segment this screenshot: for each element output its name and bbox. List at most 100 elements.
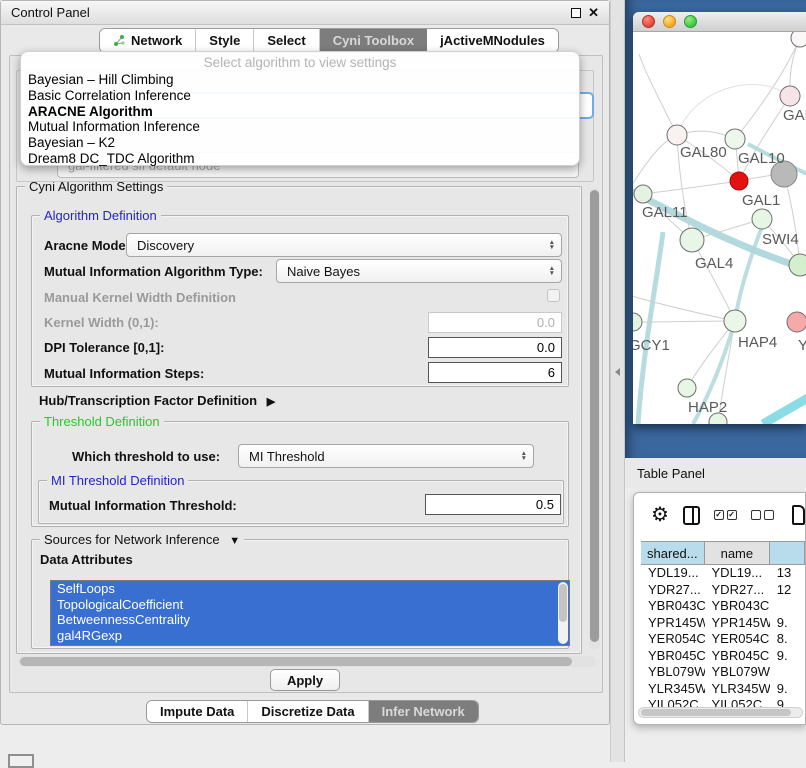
algorithm-definition-title: Algorithm Definition xyxy=(40,208,161,223)
data-attributes-label: Data Attributes xyxy=(40,552,133,567)
mi-threshold-field[interactable]: 0.5 xyxy=(425,494,561,515)
bottom-tab-bar: Impute Data Discretize Data Infer Networ… xyxy=(146,700,479,723)
node-label: GAL xyxy=(783,107,806,124)
table-row[interactable]: YBR043CYBR043C xyxy=(641,598,805,615)
dropdown-prompt: Select algorithm to view settings xyxy=(21,55,579,72)
panel-divider[interactable] xyxy=(610,0,625,762)
minimized-panel-icon[interactable] xyxy=(8,754,34,768)
node-label: GAL10 xyxy=(738,150,785,167)
which-threshold-combo[interactable]: MI Threshold ▲▼ xyxy=(238,444,534,468)
close-icon[interactable]: ✕ xyxy=(588,8,599,18)
node[interactable] xyxy=(789,254,806,276)
list-item[interactable]: gal4RGexp xyxy=(51,628,569,644)
aracne-mode-combo[interactable]: Discovery ▲▼ xyxy=(126,233,562,257)
network-graph[interactable]: GAL GAL80 GAL10 GAL1 GAL11 SWI4 GAL4 GCY… xyxy=(633,32,806,424)
minimize-traffic-light-icon[interactable] xyxy=(663,15,676,28)
list-item[interactable]: TopologicalCoefficient xyxy=(51,597,569,613)
mi-type-combo[interactable]: Naive Bayes ▲▼ xyxy=(276,259,562,283)
data-attributes-list[interactable]: SelfLoops TopologicalCoefficient Between… xyxy=(50,580,570,646)
column-header[interactable]: shared... xyxy=(641,542,705,564)
mi-threshold-group: MI Threshold Definition Mutual Informati… xyxy=(38,480,564,524)
column-header[interactable]: name xyxy=(705,542,770,564)
algorithm-definition-group: Algorithm Definition Aracne Mode: Discov… xyxy=(31,215,569,387)
table-row[interactable]: YDL19...YDL19...13 xyxy=(641,565,805,582)
scrollbar-thumb[interactable] xyxy=(559,584,567,622)
scrollbar-thumb[interactable] xyxy=(20,657,572,666)
tab-infer-network[interactable]: Infer Network xyxy=(369,701,478,722)
scrollbar-thumb[interactable] xyxy=(590,190,599,642)
split-column-icon[interactable] xyxy=(683,506,700,525)
zoom-traffic-light-icon[interactable] xyxy=(684,15,697,28)
node[interactable] xyxy=(667,125,687,145)
mi-type-label: Mutual Information Algorithm Type: xyxy=(44,264,263,279)
table-row[interactable]: YDR27...YDR27...12 xyxy=(641,582,805,599)
table-row[interactable]: YLR345WYLR345W9. xyxy=(641,681,805,698)
dropdown-item[interactable]: Dream8 DC_TDC Algorithm xyxy=(21,151,579,167)
node[interactable] xyxy=(791,32,806,47)
network-window-titlebar[interactable] xyxy=(633,12,806,32)
table-horizontal-scrollbar[interactable] xyxy=(638,707,803,718)
hub-factor-expander[interactable]: Hub/Transcription Factor Definition ▶ xyxy=(39,393,275,408)
node[interactable] xyxy=(725,129,745,149)
gear-icon[interactable]: ⚙ xyxy=(651,505,669,525)
float-panel-icon[interactable] xyxy=(571,8,581,18)
collapse-left-icon[interactable] xyxy=(615,368,620,376)
node[interactable] xyxy=(752,209,772,229)
table-row[interactable]: YBL079WYBL079W xyxy=(641,664,805,681)
sources-expander[interactable]: Sources for Network Inference ▼ xyxy=(40,532,244,547)
panel-tab-bar: Network Style Select Cyni Toolbox jActiv… xyxy=(99,28,559,53)
node-red[interactable] xyxy=(730,172,748,190)
tab-select[interactable]: Select xyxy=(254,29,319,52)
list-item[interactable]: SelfLoops xyxy=(51,581,569,597)
tab-network[interactable]: Network xyxy=(100,29,196,52)
table-header-row: shared... name xyxy=(641,541,805,565)
apply-button[interactable]: Apply xyxy=(270,669,340,691)
dropdown-item[interactable]: Bayesian – K2 xyxy=(21,135,579,151)
tab-jactivemnodules[interactable]: jActiveMNodules xyxy=(427,29,558,52)
checked-boxes-icon[interactable]: ✓ ✓ xyxy=(714,510,737,520)
algorithm-dropdown-popup: Select algorithm to view settings Bayesi… xyxy=(20,51,580,166)
tab-style[interactable]: Style xyxy=(196,29,254,52)
node[interactable] xyxy=(633,313,642,331)
node[interactable] xyxy=(787,312,806,332)
table-row[interactable]: YER054CYER054C8. xyxy=(641,631,805,648)
tab-impute-data[interactable]: Impute Data xyxy=(147,701,248,722)
scrollbar-thumb[interactable] xyxy=(641,709,791,716)
close-traffic-light-icon[interactable] xyxy=(642,15,655,28)
list-item[interactable]: BetweennessCentrality xyxy=(51,612,569,628)
table-panel-title: Table Panel xyxy=(637,466,705,481)
dropdown-item[interactable]: Basic Correlation Inference xyxy=(21,88,579,104)
tab-cyni-toolbox[interactable]: Cyni Toolbox xyxy=(320,29,427,52)
stepper-arrows-icon: ▲▼ xyxy=(549,240,555,250)
list-scrollbar[interactable] xyxy=(558,582,568,644)
node[interactable] xyxy=(780,86,800,106)
sources-group: Sources for Network Inference ▼ Data Att… xyxy=(31,539,569,649)
network-view-window[interactable]: GAL GAL80 GAL10 GAL1 GAL11 SWI4 GAL4 GCY… xyxy=(633,12,806,424)
document-icon[interactable] xyxy=(792,505,805,525)
settings-vertical-scrollbar[interactable] xyxy=(589,188,600,650)
network-icon xyxy=(113,34,126,47)
node[interactable] xyxy=(678,379,696,397)
dropdown-item[interactable]: Bayesian – Hill Climbing xyxy=(21,72,579,88)
table-row[interactable]: YPR145WYPR145W9. xyxy=(641,615,805,632)
column-header[interactable] xyxy=(770,542,805,564)
mi-threshold-label: Mutual Information Threshold: xyxy=(49,498,237,513)
settings-horizontal-scrollbar[interactable] xyxy=(18,656,596,667)
node[interactable] xyxy=(680,228,704,252)
threshold-definition-group: Threshold Definition Which threshold to … xyxy=(31,421,569,527)
table-toolbar: ⚙ ✓ ✓ xyxy=(634,493,805,537)
mi-steps-field[interactable]: 6 xyxy=(428,362,562,383)
dpi-tolerance-field[interactable]: 0.0 xyxy=(428,337,562,358)
dropdown-item-selected[interactable]: ARACNE Algorithm xyxy=(21,104,579,120)
node[interactable] xyxy=(724,310,746,332)
node[interactable] xyxy=(634,185,652,203)
stepper-arrows-icon: ▲▼ xyxy=(521,451,527,461)
tab-discretize-data[interactable]: Discretize Data xyxy=(248,701,368,722)
node-label: HAP2 xyxy=(688,399,727,416)
manual-kernel-checkbox[interactable] xyxy=(547,289,560,302)
kernel-width-label: Kernel Width (0,1): xyxy=(44,315,159,330)
table-row[interactable]: YBR045CYBR045C9. xyxy=(641,648,805,665)
unchecked-boxes-icon[interactable] xyxy=(751,510,774,520)
kernel-width-field[interactable]: 0.0 xyxy=(428,312,562,333)
dropdown-item[interactable]: Mutual Information Inference xyxy=(21,119,579,135)
